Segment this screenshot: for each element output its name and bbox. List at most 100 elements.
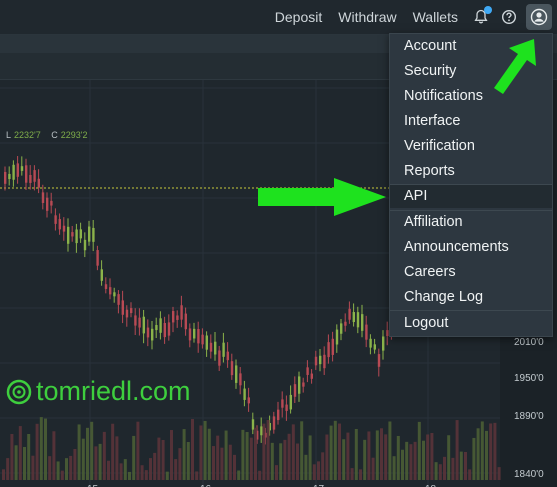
wallets-link[interactable]: Wallets: [413, 9, 458, 25]
volume-bar: [35, 423, 39, 480]
volume-bar: [182, 429, 186, 480]
candle-body: [298, 376, 301, 394]
candle-body: [331, 338, 334, 355]
volume-bar: [161, 440, 165, 480]
price-axis-label: 1950'0: [514, 373, 544, 384]
volume-bar: [346, 432, 350, 480]
candle-body: [58, 219, 61, 230]
volume-bar: [266, 419, 270, 480]
candle-body: [340, 323, 343, 334]
volume-bar: [52, 431, 56, 480]
candle-body: [67, 226, 70, 244]
menu-item-interface[interactable]: Interface: [390, 109, 552, 133]
candle-body: [104, 284, 108, 289]
candle-body: [25, 165, 28, 183]
volume-bar: [371, 457, 375, 480]
candle-body: [214, 341, 217, 355]
candle-body: [130, 308, 133, 314]
menu-item-announcements[interactable]: Announcements: [390, 235, 552, 259]
volume-bar: [119, 463, 123, 480]
candle-body: [314, 356, 318, 366]
candle-body: [306, 367, 309, 375]
volume-bar: [304, 454, 308, 480]
user-icon: [530, 8, 548, 26]
candle-body: [373, 344, 376, 350]
volume-bar: [430, 433, 434, 480]
notification-badge: [484, 6, 492, 14]
help-icon: [501, 9, 517, 25]
candle-body: [352, 312, 355, 323]
candle-body: [230, 361, 234, 376]
volume-bar: [396, 435, 400, 480]
volume-bar: [10, 434, 14, 480]
menu-item-reports[interactable]: Reports: [390, 159, 552, 183]
candle-body: [79, 229, 82, 239]
candle-body: [83, 239, 87, 251]
volume-bar: [384, 434, 388, 480]
volume-bar: [203, 420, 207, 480]
help-button[interactable]: [498, 6, 520, 28]
volume-bar: [489, 423, 493, 480]
volume-bar: [224, 430, 228, 480]
volume-bar: [39, 417, 43, 480]
candle-body: [37, 178, 40, 188]
menu-separator: [390, 310, 552, 311]
volume-bar: [44, 418, 47, 480]
candle-body: [172, 311, 175, 323]
menu-item-careers[interactable]: Careers: [390, 260, 552, 284]
volume-bar: [94, 446, 98, 480]
volume-bar: [73, 448, 77, 480]
volume-bar: [262, 423, 266, 480]
low-label: L: [6, 130, 12, 140]
volume-bar: [329, 425, 333, 480]
menu-item-logout[interactable]: Logout: [390, 311, 552, 335]
volume-bar: [207, 428, 211, 480]
candle-body: [163, 323, 166, 338]
volume-bar: [388, 421, 392, 480]
menu-item-api[interactable]: API: [390, 184, 552, 208]
candle-body: [218, 350, 221, 366]
withdraw-link[interactable]: Withdraw: [338, 9, 396, 25]
volume-bar: [283, 439, 287, 480]
candle-body: [109, 287, 112, 295]
volume-bar: [60, 470, 64, 480]
menu-item-change-log[interactable]: Change Log: [390, 285, 552, 309]
watermark-logo-icon: [6, 379, 32, 404]
volume-bar: [254, 427, 257, 480]
volume-bar: [342, 439, 346, 480]
volume-bar: [81, 438, 85, 480]
volume-bar: [153, 452, 157, 480]
volume-bar: [354, 428, 358, 480]
candle-body: [46, 197, 49, 211]
menu-item-verification[interactable]: Verification: [390, 134, 552, 158]
volume-bar: [27, 433, 31, 480]
volume-bar: [107, 460, 110, 480]
volume-bar: [287, 433, 291, 480]
volume-bar: [476, 428, 480, 480]
candle-body: [327, 342, 330, 358]
volume-bar: [443, 456, 446, 480]
volume-bar: [401, 449, 404, 480]
volume-bar: [455, 420, 459, 480]
volume-bar: [434, 462, 438, 480]
candle-body: [293, 384, 297, 397]
candle-body: [235, 365, 238, 383]
deposit-link[interactable]: Deposit: [275, 9, 322, 25]
volume-bar: [212, 446, 215, 480]
volume-bar: [493, 422, 497, 480]
volume-bar: [459, 451, 463, 480]
user-menu-button[interactable]: [526, 4, 552, 30]
candle-body: [12, 164, 15, 180]
volume-bar: [375, 430, 379, 480]
candle-body: [16, 163, 19, 177]
volume-bar: [392, 456, 396, 480]
volume-bar: [413, 441, 417, 480]
volume-bar: [275, 465, 278, 480]
candle-body: [50, 200, 53, 206]
candle-body: [205, 335, 208, 350]
menu-item-affiliation[interactable]: Affiliation: [390, 210, 552, 234]
volume-bar: [312, 464, 316, 480]
notifications-button[interactable]: [470, 6, 492, 28]
watermark-text: tomriedl.com: [36, 376, 191, 406]
volume-bar: [367, 431, 371, 480]
